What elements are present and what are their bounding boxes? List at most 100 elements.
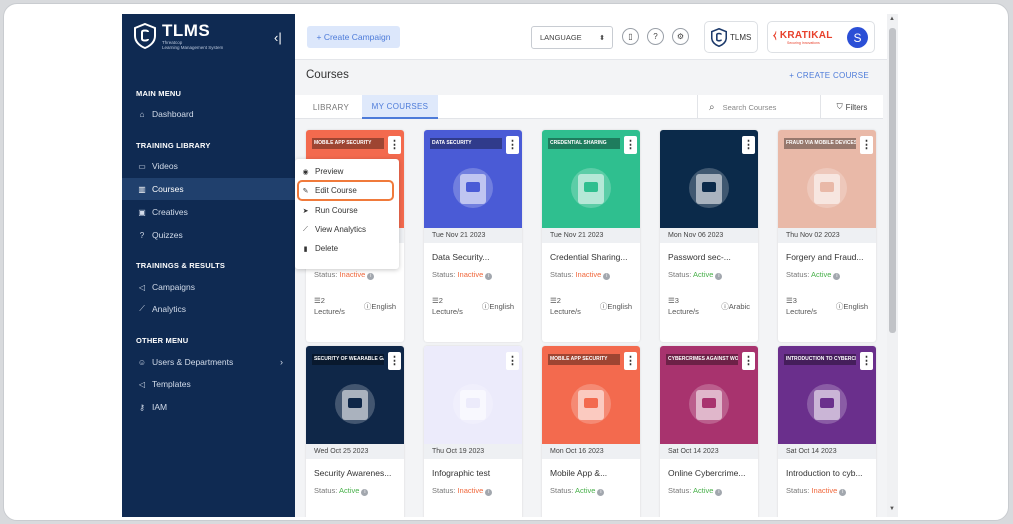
info-icon[interactable]: i [715,273,723,280]
org-switch-kratikal[interactable]: ⧼ KRATIKAL Securing Innovations S [767,21,875,53]
sidebar-item-iam[interactable]: ⚷ IAM [122,396,295,418]
sidebar-item-label: Creatives [152,207,188,217]
course-title[interactable]: Forgery and Fraud... [786,252,872,262]
status-label: Status: [550,270,574,279]
lecture-count: ☰3 Lecture/s [668,295,699,317]
scroll-up-icon[interactable]: ▲ [889,16,895,22]
lecture-unit: Lecture/s [668,307,699,316]
sidebar: TLMS Threatcop Learning Management Syste… [122,14,295,517]
menu-item-run-course[interactable]: ➤ Run Course [295,201,399,220]
course-language: ⓘEnglish [364,301,396,312]
sidebar-item-dashboard[interactable]: ⌂ Dashboard [122,103,295,125]
course-card[interactable]: ⋮ Mon Nov 06 2023 Password sec-... Status: … [660,130,758,342]
gear-icon[interactable]: ⚙ [672,28,689,45]
sidebar-item-users-departments[interactable]: ☺ Users & Departments › [122,351,295,373]
sidebar-item-analytics[interactable]: ⟋ Analytics [122,298,295,320]
course-title[interactable]: Credential Sharing... [550,252,636,262]
collapse-icon[interactable]: ‹| [274,30,282,45]
course-title[interactable]: Security Awarenes... [314,468,400,478]
course-card[interactable]: ⋮ Thu Oct 19 2023 Infographic test Status: … [424,346,522,517]
sidebar-item-quizzes[interactable]: ? Quizzes [122,224,295,246]
info-icon[interactable]: i [715,489,723,496]
info-icon[interactable]: i [361,489,369,496]
menu-item-preview[interactable]: ◉ Preview [295,162,399,181]
course-title[interactable]: Mobile App &... [550,468,636,478]
course-thumbnail[interactable]: ⋮ [424,346,522,444]
info-icon[interactable]: i [485,273,493,280]
course-title[interactable]: Infographic test [432,468,518,478]
menu-item-label: Edit Course [315,186,357,195]
create-campaign-button[interactable]: + Create Campaign [307,26,400,48]
search-input[interactable]: Search Courses [723,103,777,112]
course-title[interactable]: Password sec-... [668,252,754,262]
kratikal-tagline: Securing Innovations [787,40,820,45]
info-icon[interactable]: i [597,489,605,496]
course-title[interactable]: Data Security... [432,252,518,262]
tab-library[interactable]: LIBRARY [306,95,356,119]
sidebar-item-campaigns[interactable]: ◁ Campaigns [122,276,295,298]
org-switch-tlms[interactable]: TLMS [704,21,758,53]
sidebar-item-templates[interactable]: ◁ Templates [122,373,295,395]
kratikal-logo: ⧼ KRATIKAL [773,29,833,41]
thumbnail-banner-text: MOBILE APP SECURITY [314,140,372,146]
course-title[interactable]: Online Cybercrime... [668,468,754,478]
course-status: Status: Active i [668,270,723,280]
kebab-menu-icon[interactable]: ⋮ [388,352,401,370]
course-thumbnail[interactable]: MOBILE APP SECURITY ⋮ [542,346,640,444]
course-title[interactable]: Introduction to cyb... [786,468,872,478]
course-thumbnail[interactable]: DATA SECURITY ⋮ [424,130,522,228]
info-icon[interactable]: i [485,489,493,496]
create-course-button[interactable]: + CREATE COURSE [789,71,869,80]
menu-item-delete[interactable]: ▮ Delete [295,239,399,258]
info-icon[interactable]: i [839,489,847,496]
kebab-menu-icon[interactable]: ⋮ [860,352,873,370]
scrollbar-thumb[interactable] [889,28,896,333]
info-icon[interactable]: i [833,273,841,280]
course-card[interactable]: MOBILE APP SECURITY ⋮ Mon Oct 16 2023 Mobil… [542,346,640,517]
chevron-right-icon: › [280,357,283,367]
lecture-unit: Lecture/s [314,307,345,316]
search-box[interactable]: ⌕ Search Courses [697,95,820,119]
app-logo[interactable]: TLMS Threatcop Learning Management Syste… [134,22,223,50]
course-thumbnail[interactable]: INTRODUCTION TO CYBERCR ⋮ [778,346,876,444]
list-icon: ☰ [786,296,793,305]
language-select[interactable]: LANGUAGE ⬍ [531,26,613,49]
course-card[interactable]: FRAUD VIA MOBILE DEVICES ⋮ Thu Nov 02 2023… [778,130,876,342]
sidebar-item-label: Users & Departments [152,357,234,367]
kebab-menu-icon[interactable]: ⋮ [624,136,637,154]
sidebar-item-videos[interactable]: ▭ Videos [122,155,295,177]
course-card[interactable]: DATA SECURITY ⋮ Tue Nov 21 2023 Data Securi… [424,130,522,342]
kebab-menu-icon[interactable]: ⋮ [742,136,755,154]
menu-item-view-analytics[interactable]: ⟋ View Analytics [295,220,399,239]
app-container: TLMS Threatcop Learning Management Syste… [122,14,898,517]
sidebar-item-creatives[interactable]: ▣ Creatives [122,201,295,223]
course-card[interactable]: CYBERCRIMES AGAINST WOM ⋮ Sat Oct 14 2023 O… [660,346,758,517]
kebab-menu-icon[interactable]: ⋮ [742,352,755,370]
kebab-menu-icon[interactable]: ⋮ [624,352,637,370]
scrollbar[interactable]: ▲ ▼ [887,14,898,517]
sidebar-item-courses[interactable]: ▥ Courses [122,178,295,200]
course-card[interactable]: CREDENTIAL SHARING ⋮ Tue Nov 21 2023 Creden… [542,130,640,342]
course-card[interactable]: SECURITY OF WEARABLE GADG ⋮ Wed Oct 25 202… [306,346,404,517]
info-icon[interactable]: i [367,273,375,280]
kebab-menu-icon[interactable]: ⋮ [388,136,401,154]
course-thumbnail[interactable]: ⋮ [660,130,758,228]
kebab-menu-icon[interactable]: ⋮ [506,352,519,370]
course-card[interactable]: INTRODUCTION TO CYBERCR ⋮ Sat Oct 14 2023 I… [778,346,876,517]
kebab-menu-icon[interactable]: ⋮ [506,136,519,154]
avatar[interactable]: S [847,27,868,48]
course-thumbnail[interactable]: FRAUD VIA MOBILE DEVICES ⋮ [778,130,876,228]
book-open-icon[interactable]: ▯ [622,28,639,45]
filters-button[interactable]: ⛉ Filters [820,95,883,119]
kebab-menu-icon[interactable]: ⋮ [860,136,873,154]
menu-item-edit-course[interactable]: ✎ Edit Course [297,180,394,201]
scroll-down-icon[interactable]: ▼ [889,506,895,512]
status-label: Status: [668,270,692,279]
course-thumbnail[interactable]: SECURITY OF WEARABLE GADG ⋮ [306,346,404,444]
course-thumbnail[interactable]: CREDENTIAL SHARING ⋮ [542,130,640,228]
help-icon[interactable]: ? [647,28,664,45]
info-icon[interactable]: i [603,273,611,280]
tab-my-courses[interactable]: MY COURSES [362,95,438,119]
course-thumbnail[interactable]: CYBERCRIMES AGAINST WOM ⋮ [660,346,758,444]
lecture-unit: Lecture/s [432,307,463,316]
